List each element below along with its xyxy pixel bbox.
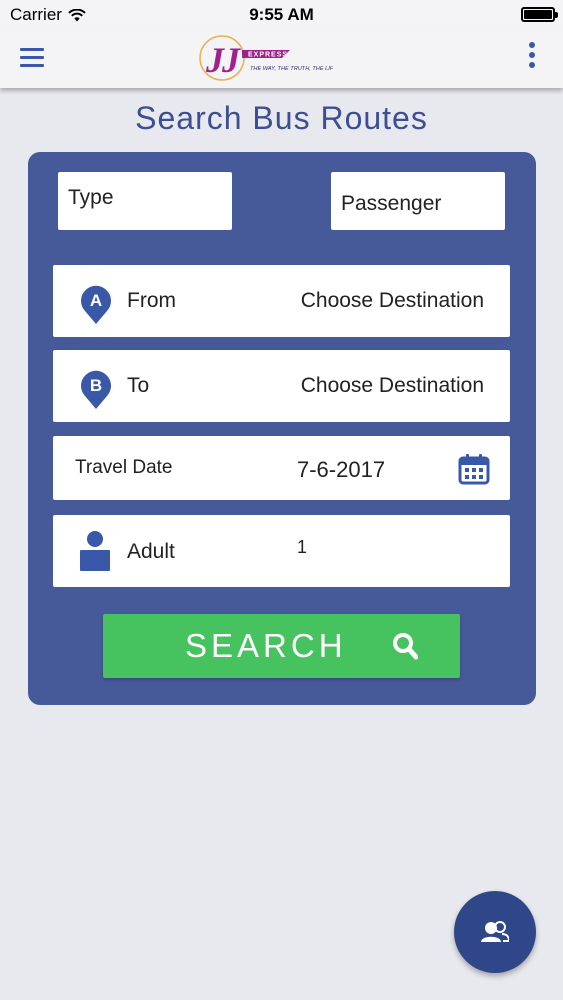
travel-date-value: 7-6-2017 [297, 457, 386, 482]
adult-value: 1 [297, 537, 308, 557]
jj-express-logo: J J EXPRESS THE WAY, THE TRUTH, THE LIFE [199, 35, 333, 81]
status-bar: Carrier 9:55 AM [0, 0, 563, 30]
from-destination-field[interactable]: A From Choose Destination [53, 265, 510, 337]
to-destination-field[interactable]: B To Choose Destination [53, 350, 510, 422]
svg-text:THE WAY, THE TRUTH, THE LIFE: THE WAY, THE TRUTH, THE LIFE [250, 66, 333, 72]
person-icon [80, 531, 110, 571]
search-button[interactable]: SEARCH [103, 614, 460, 678]
adult-count-field[interactable]: Adult 1 [53, 515, 510, 587]
from-label: From [127, 289, 176, 312]
calendar-icon[interactable] [458, 453, 490, 485]
to-label: To [127, 374, 150, 397]
status-time: 9:55 AM [249, 5, 314, 24]
adult-label: Adult [127, 540, 175, 563]
passenger-label: Passenger [341, 192, 442, 215]
svg-text:B: B [90, 376, 102, 395]
travel-date-field[interactable]: Travel Date 7-6-2017 [53, 436, 510, 500]
more-options-button[interactable] [527, 42, 537, 74]
travel-date-label: Travel Date [75, 457, 173, 478]
to-value: Choose Destination [300, 374, 484, 397]
passenger-field[interactable]: Passenger [331, 172, 505, 230]
page-title: Search Bus Routes [135, 100, 428, 136]
location-pin-b-icon: B [81, 370, 111, 409]
type-label: Type [68, 186, 114, 209]
search-button-label: SEARCH [185, 627, 347, 664]
menu-button[interactable] [20, 48, 44, 68]
svg-text:J: J [221, 40, 241, 80]
type-field[interactable]: Type [58, 172, 232, 230]
search-icon [393, 633, 418, 660]
location-pin-a-icon: A [81, 285, 111, 324]
support-chat-icon [481, 921, 509, 942]
battery-icon [521, 7, 558, 22]
svg-text:A: A [90, 291, 102, 310]
search-form-card: Type Passenger A From Choose Destination… [28, 152, 536, 705]
svg-text:EXPRESS: EXPRESS [248, 52, 288, 59]
support-fab-button[interactable] [454, 891, 536, 973]
from-value: Choose Destination [300, 289, 484, 312]
app-bar: J J EXPRESS THE WAY, THE TRUTH, THE LIFE [0, 30, 563, 88]
